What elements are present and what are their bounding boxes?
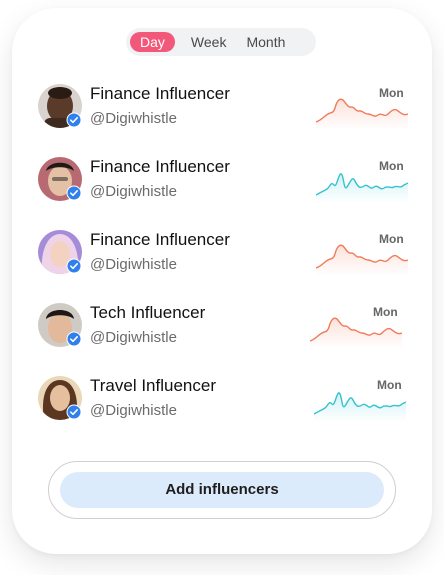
influencer-handle: @Digiwhistle <box>90 110 177 127</box>
period-week-tab[interactable]: Week <box>181 32 237 52</box>
influencer-name: Tech Influencer <box>90 303 206 322</box>
trend-sparkline <box>314 392 406 422</box>
period-month-tab[interactable]: Month <box>236 32 295 52</box>
trend-sparkline <box>316 244 408 276</box>
influencer-name: Finance Influencer <box>90 157 230 176</box>
influencer-row[interactable]: Finance Influencer @Digiwhistle Mon <box>0 230 444 294</box>
influencer-row[interactable]: Finance Influencer @Digiwhistle Mon <box>0 157 444 221</box>
influencer-handle: @Digiwhistle <box>90 329 177 346</box>
trend-sparkline <box>310 317 402 349</box>
influencer-handle: @Digiwhistle <box>90 402 177 419</box>
influencer-name: Finance Influencer <box>90 230 230 249</box>
influencer-handle: @Digiwhistle <box>90 256 177 273</box>
verified-badge-icon <box>66 404 82 420</box>
verified-badge-icon <box>66 112 82 128</box>
influencer-row[interactable]: Finance Influencer @Digiwhistle Mon <box>0 84 444 148</box>
influencer-handle: @Digiwhistle <box>90 183 177 200</box>
verified-badge-icon <box>66 185 82 201</box>
verified-badge-icon <box>66 258 82 274</box>
influencer-name: Finance Influencer <box>90 84 230 103</box>
influencer-row[interactable]: Tech Influencer @Digiwhistle Mon <box>0 303 444 367</box>
period-switcher: Day Week Month <box>126 28 316 56</box>
trend-sparkline <box>316 98 408 130</box>
influencer-name: Travel Influencer <box>90 376 216 395</box>
trend-sparkline <box>316 173 408 203</box>
period-day-tab[interactable]: Day <box>130 32 175 52</box>
verified-badge-icon <box>66 331 82 347</box>
influencer-row[interactable]: Travel Influencer @Digiwhistle Mon <box>0 376 444 440</box>
add-influencers-button[interactable]: Add influencers <box>60 472 384 508</box>
